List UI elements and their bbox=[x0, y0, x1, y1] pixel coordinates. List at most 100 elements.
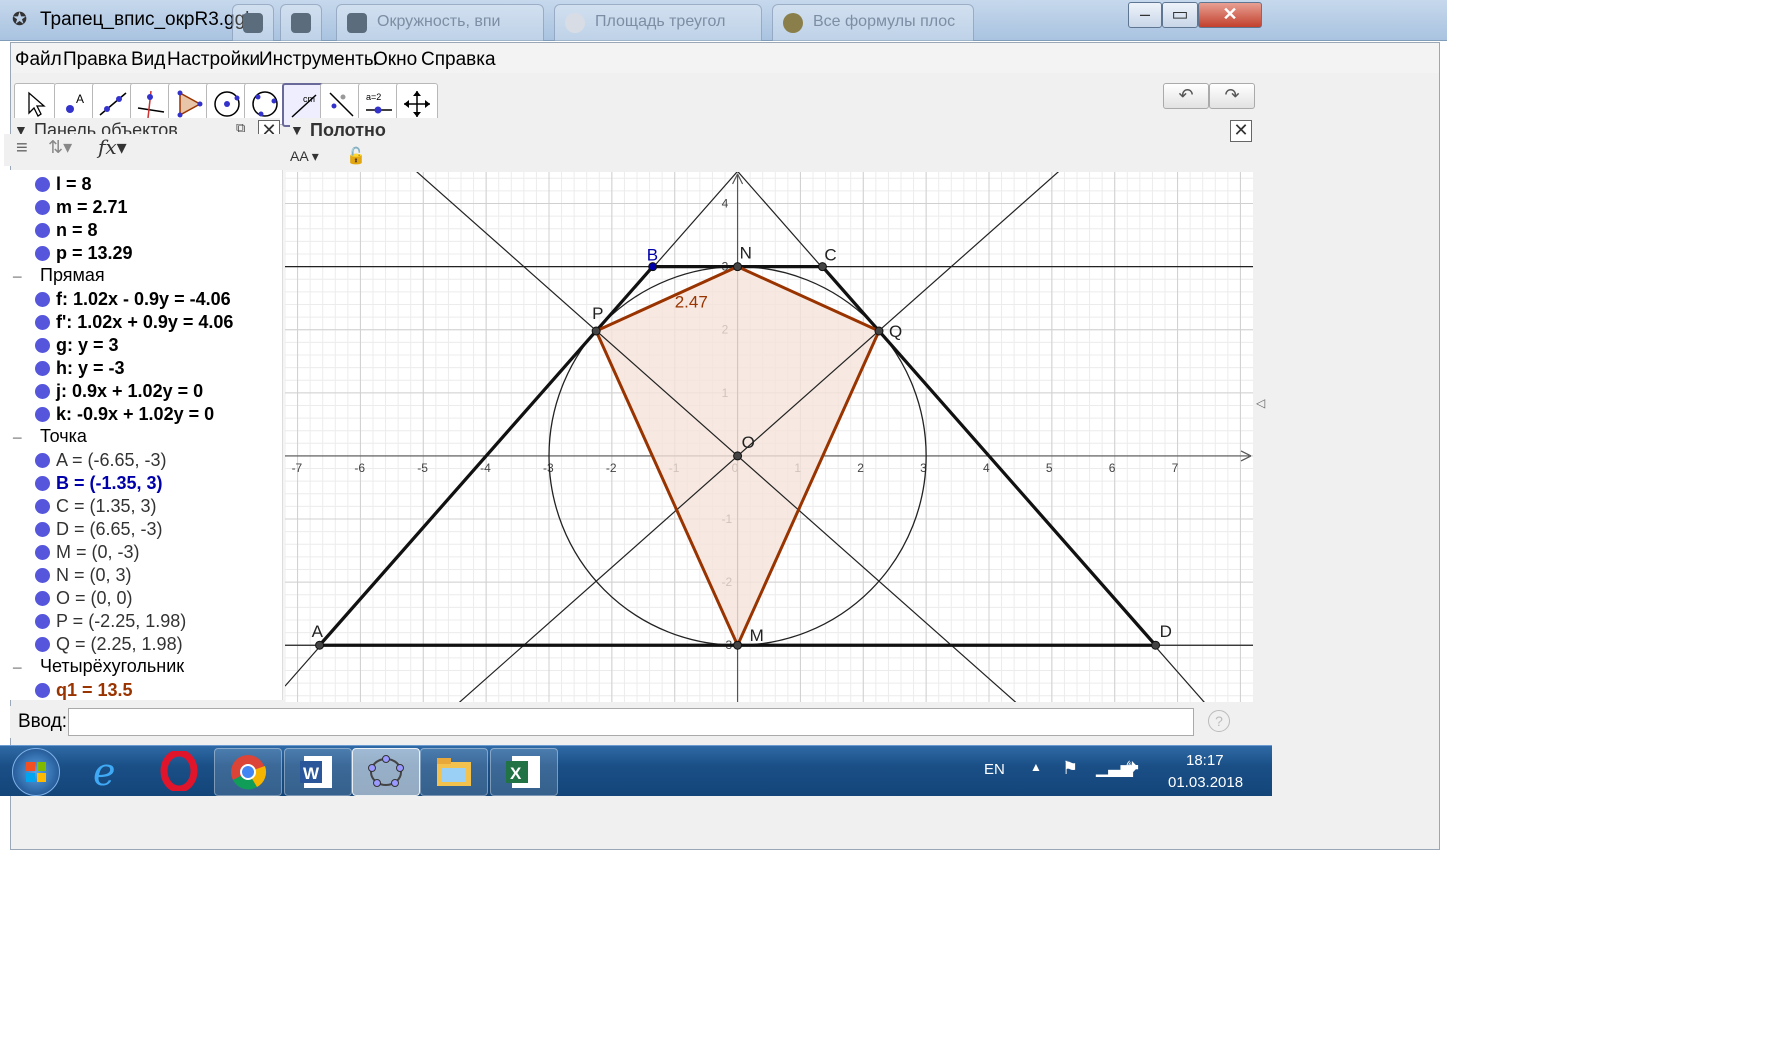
browser-tab-2[interactable]: Площадь треугол bbox=[554, 4, 762, 41]
graphics-view[interactable]: -7-6-5-4-3-2-101234567-3-2-112342.47ABCD… bbox=[285, 172, 1253, 702]
visibility-toggle-icon[interactable] bbox=[35, 407, 50, 422]
volume-icon[interactable]: 🕪 bbox=[1126, 756, 1139, 779]
graphics-close-button[interactable]: ✕ bbox=[1230, 120, 1252, 142]
clock-date[interactable]: 01.03.2018 bbox=[1168, 774, 1243, 791]
algebra-item[interactable]: f: 1.02x - 0.9y = -4.06 bbox=[4, 288, 282, 312]
menu-window[interactable]: Окно bbox=[373, 49, 417, 71]
algebra-item[interactable]: m = 2.71 bbox=[4, 196, 282, 220]
taskbar-geogebra[interactable] bbox=[352, 748, 420, 796]
visibility-toggle-icon[interactable] bbox=[35, 177, 50, 192]
algebra-item[interactable]: Q = (2.25, 1.98) bbox=[4, 633, 282, 657]
visibility-toggle-icon[interactable] bbox=[35, 591, 50, 606]
collapse-minus-icon[interactable]: − bbox=[12, 267, 23, 288]
browser-tab-1[interactable]: Окружность, впи bbox=[336, 4, 544, 41]
side-expand-icon[interactable]: ◁ bbox=[1256, 396, 1265, 410]
taskbar-word[interactable]: W bbox=[284, 748, 352, 796]
visibility-toggle-icon[interactable] bbox=[35, 223, 50, 238]
input-help-icon[interactable]: ? bbox=[1208, 710, 1230, 732]
visibility-toggle-icon[interactable] bbox=[35, 614, 50, 629]
algebra-item[interactable]: P = (-2.25, 1.98) bbox=[4, 610, 282, 634]
visibility-toggle-icon[interactable] bbox=[35, 361, 50, 376]
redo-button[interactable]: ↷ bbox=[1209, 83, 1255, 109]
tab-favicon-icon bbox=[347, 13, 367, 33]
algebra-item[interactable]: h: y = -3 bbox=[4, 357, 282, 381]
taskbar-explorer[interactable] bbox=[420, 748, 488, 796]
algebra-item-text: p = 13.29 bbox=[56, 243, 133, 263]
visibility-toggle-icon[interactable] bbox=[35, 384, 50, 399]
algebra-item[interactable]: B = (-1.35, 3) bbox=[4, 472, 282, 496]
category-label: Точка bbox=[40, 426, 87, 446]
point-label: A bbox=[312, 622, 324, 641]
visibility-toggle-icon[interactable] bbox=[35, 568, 50, 583]
visibility-toggle-icon[interactable] bbox=[35, 246, 50, 261]
taskbar-excel[interactable]: X bbox=[490, 748, 558, 796]
point-label: Q bbox=[889, 322, 902, 341]
visibility-toggle-icon[interactable] bbox=[35, 200, 50, 215]
taskbar-chrome[interactable] bbox=[214, 748, 282, 796]
point-label: B bbox=[647, 246, 658, 265]
function-icon[interactable]: fx▾ bbox=[98, 135, 127, 159]
font-size-icon[interactable]: AA ▾ bbox=[290, 148, 319, 165]
visibility-toggle-icon[interactable] bbox=[35, 338, 50, 353]
list-view-icon[interactable]: ≡ bbox=[16, 137, 28, 160]
taskbar-ie[interactable]: e bbox=[76, 748, 142, 794]
lock-icon[interactable]: 🔓 bbox=[346, 146, 366, 166]
algebra-item[interactable]: p = 13.29 bbox=[4, 242, 282, 266]
tray-expand-icon[interactable]: ▲ bbox=[1030, 760, 1042, 774]
algebra-item[interactable]: k: -0.9x + 1.02y = 0 bbox=[4, 403, 282, 427]
minimize-button[interactable]: – bbox=[1128, 2, 1162, 28]
x-tick-label: -5 bbox=[417, 461, 428, 475]
taskbar-opera[interactable] bbox=[146, 748, 212, 794]
menu-view[interactable]: Вид bbox=[131, 49, 165, 71]
menu-settings[interactable]: Настройки bbox=[167, 49, 260, 71]
algebra-item[interactable]: N = (0, 3) bbox=[4, 564, 282, 588]
menu-file[interactable]: Файл bbox=[15, 49, 62, 71]
browser-tab-3[interactable]: Все формулы плос bbox=[772, 4, 974, 41]
algebra-item[interactable]: n = 8 bbox=[4, 219, 282, 243]
visibility-toggle-icon[interactable] bbox=[35, 637, 50, 652]
sort-icon[interactable]: ⇅▾ bbox=[48, 137, 72, 158]
internet-explorer-icon: e bbox=[93, 751, 116, 791]
collapse-minus-icon[interactable]: − bbox=[12, 428, 23, 449]
action-center-flag-icon[interactable]: ⚑ bbox=[1062, 758, 1078, 779]
visibility-toggle-icon[interactable] bbox=[35, 522, 50, 537]
visibility-toggle-icon[interactable] bbox=[35, 499, 50, 514]
input-field[interactable] bbox=[68, 708, 1194, 736]
visibility-toggle-icon[interactable] bbox=[35, 453, 50, 468]
algebra-item[interactable]: M = (0, -3) bbox=[4, 541, 282, 565]
browser-tab-small-2[interactable] bbox=[280, 4, 322, 41]
geometry-canvas[interactable]: -7-6-5-4-3-2-101234567-3-2-112342.47ABCD… bbox=[285, 172, 1253, 702]
collapse-minus-icon[interactable]: − bbox=[12, 658, 23, 679]
algebra-item-text: m = 2.71 bbox=[56, 197, 128, 217]
start-button[interactable] bbox=[12, 748, 60, 796]
clock-time[interactable]: 18:17 bbox=[1186, 752, 1224, 769]
polygon-icon bbox=[177, 90, 203, 118]
language-indicator[interactable]: EN bbox=[984, 761, 1005, 778]
close-button[interactable]: ✕ bbox=[1198, 2, 1262, 28]
taskbar: e W X EN ▲ ⚑ ▁▃▅ 🕪 18:17 01.03.2018 bbox=[0, 745, 1272, 796]
algebra-item-text: Q = (2.25, 1.98) bbox=[56, 634, 183, 654]
distance-icon: cm bbox=[291, 94, 317, 118]
algebra-item[interactable]: O = (0, 0) bbox=[4, 587, 282, 611]
y-tick-label: 4 bbox=[722, 197, 729, 211]
algebra-item[interactable]: l = 8 bbox=[4, 173, 282, 197]
browser-tab-small-1[interactable] bbox=[232, 4, 274, 41]
visibility-toggle-icon[interactable] bbox=[35, 476, 50, 491]
visibility-toggle-icon[interactable] bbox=[35, 683, 50, 698]
algebra-item[interactable]: A = (-6.65, -3) bbox=[4, 449, 282, 473]
algebra-item[interactable]: g: y = 3 bbox=[4, 334, 282, 358]
algebra-item[interactable]: j: 0.9x + 1.02y = 0 bbox=[4, 380, 282, 404]
algebra-item[interactable]: D = (6.65, -3) bbox=[4, 518, 282, 542]
maximize-button[interactable]: ▭ bbox=[1162, 2, 1198, 28]
algebra-item[interactable]: f': 1.02x + 0.9y = 4.06 bbox=[4, 311, 282, 335]
visibility-toggle-icon[interactable] bbox=[35, 315, 50, 330]
menu-tools[interactable]: Инструменты bbox=[259, 49, 377, 71]
collapse-icon[interactable]: ▼ bbox=[290, 122, 304, 138]
menu-edit[interactable]: Правка bbox=[63, 49, 127, 71]
algebra-item[interactable]: C = (1.35, 3) bbox=[4, 495, 282, 519]
visibility-toggle-icon[interactable] bbox=[35, 545, 50, 560]
undo-button[interactable]: ↶ bbox=[1163, 83, 1209, 109]
visibility-toggle-icon[interactable] bbox=[35, 292, 50, 307]
algebra-item[interactable]: q1 = 13.5 bbox=[4, 679, 282, 700]
menu-help[interactable]: Справка bbox=[421, 49, 496, 71]
